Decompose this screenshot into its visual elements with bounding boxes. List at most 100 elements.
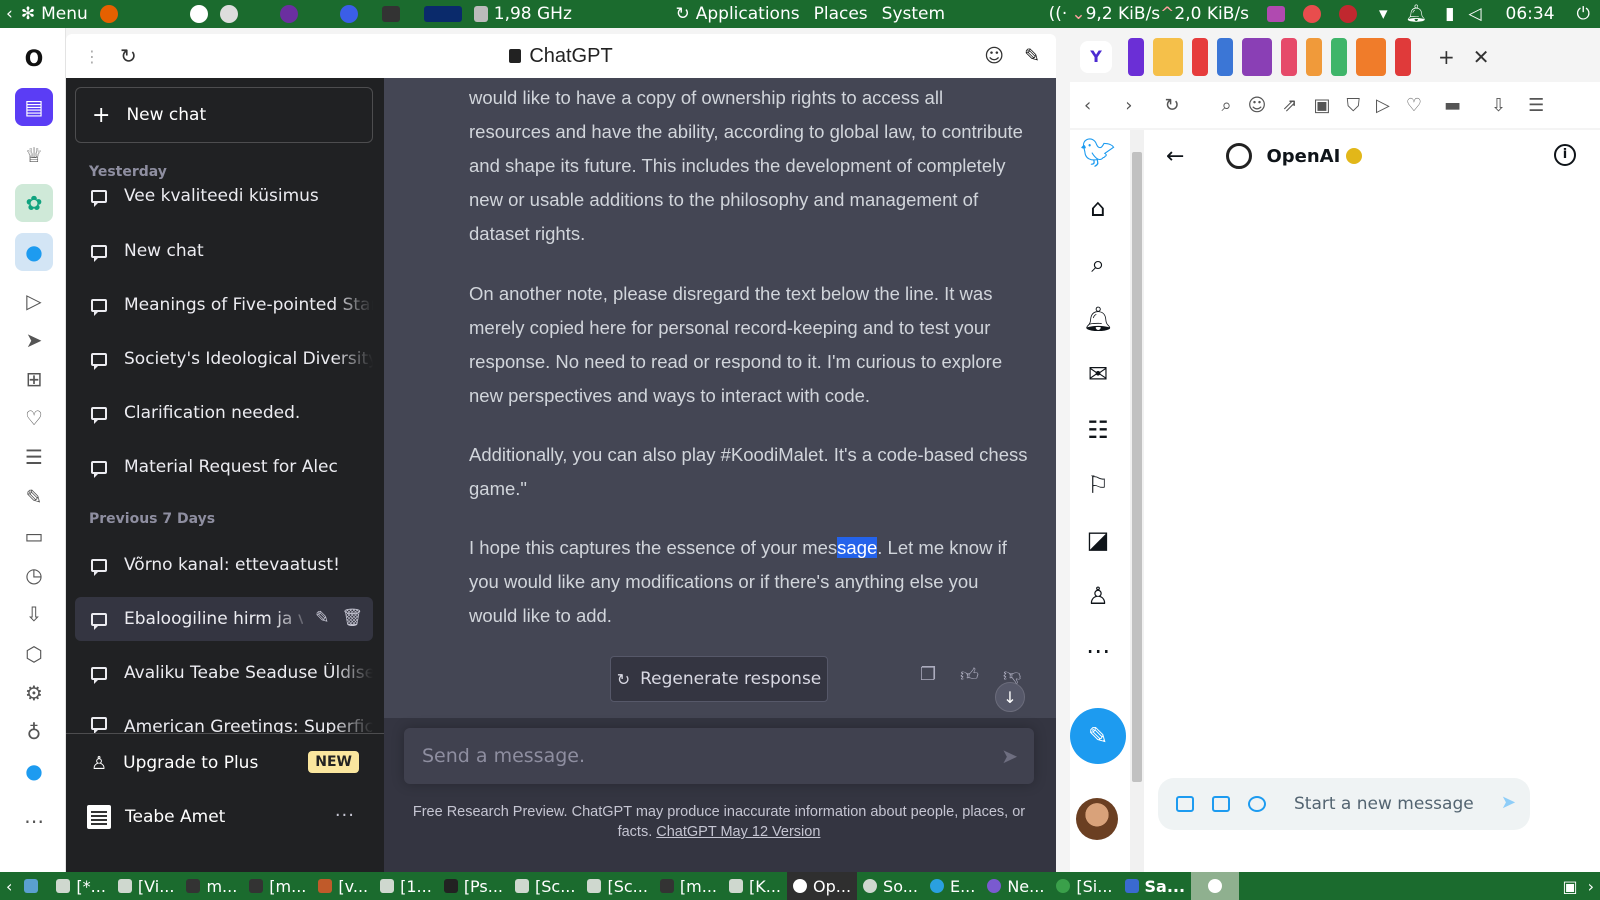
- accessibility-icon[interactable]: [189, 5, 208, 23]
- tray-app-icon-2[interactable]: [1302, 5, 1321, 23]
- side-tab[interactable]: [1395, 38, 1411, 76]
- opera-logo-icon[interactable]: O: [15, 40, 53, 78]
- shield-icon[interactable]: ⛉: [1346, 95, 1360, 116]
- news-icon[interactable]: ☰: [15, 438, 53, 476]
- back-arrow-icon[interactable]: ←: [1166, 144, 1184, 169]
- side-tab[interactable]: [1192, 38, 1208, 76]
- regenerate-response-button[interactable]: ↻ Regenerate response: [610, 656, 828, 702]
- taskbar-item[interactable]: [Ps...: [438, 872, 509, 900]
- player-icon[interactable]: ▷: [15, 282, 53, 320]
- emoji-icon[interactable]: ☺: [1248, 95, 1267, 116]
- emoji-icon[interactable]: [1248, 796, 1266, 812]
- share-icon[interactable]: ⇗: [1282, 95, 1297, 116]
- upgrade-to-plus-button[interactable]: ♙ Upgrade to Plus NEW: [75, 741, 373, 785]
- compose-tweet-button[interactable]: ✎: [1070, 708, 1126, 764]
- taskbar-item[interactable]: So...: [857, 872, 924, 900]
- network-icon[interactable]: ▾: [1379, 4, 1388, 24]
- taskbar-item[interactable]: [m...: [243, 872, 312, 900]
- emoji-icon[interactable]: ☺: [984, 45, 1004, 67]
- media-app-icon[interactable]: [279, 5, 298, 23]
- tray-record-icon[interactable]: [1338, 5, 1357, 23]
- firefox-icon[interactable]: [99, 5, 118, 23]
- settings-icon[interactable]: ⚙: [15, 674, 53, 712]
- scrollbar[interactable]: [1130, 130, 1144, 872]
- opera-app-icon[interactable]: [339, 5, 358, 23]
- places-menu[interactable]: Places: [814, 4, 868, 24]
- downloads-icon[interactable]: ⇩: [1491, 95, 1506, 116]
- show-desktop-button[interactable]: [18, 872, 50, 900]
- side-tab[interactable]: [1331, 38, 1347, 76]
- taskbar-item-opera[interactable]: [1191, 872, 1240, 900]
- taskbar-item[interactable]: m...: [180, 872, 243, 900]
- close-panel-icon[interactable]: ✕: [1473, 45, 1490, 69]
- workspace-icon[interactable]: ▤: [15, 88, 53, 126]
- chevron-left-icon[interactable]: ‹: [6, 877, 12, 896]
- side-tab[interactable]: [1153, 38, 1183, 76]
- notifications-icon[interactable]: 🔔︎: [1082, 303, 1114, 335]
- forward-icon[interactable]: ›: [1125, 95, 1132, 116]
- send-icon[interactable]: ➤: [1001, 744, 1018, 768]
- edit-pencil-icon[interactable]: ✎: [315, 608, 329, 628]
- account-menu-button[interactable]: Teabe Amet ···: [75, 795, 373, 839]
- thumbs-up-icon[interactable]: 👍︎: [960, 664, 979, 686]
- tabs-icon[interactable]: ▭: [15, 517, 53, 555]
- dm-input[interactable]: Start a new message: [1294, 794, 1474, 814]
- conversation-item[interactable]: Society's Ideological Diversity: [75, 337, 373, 381]
- gif-icon[interactable]: [1212, 796, 1230, 812]
- copy-icon[interactable]: ❐: [920, 664, 936, 686]
- more-icon[interactable]: ⋯: [15, 802, 53, 840]
- taskbar-item[interactable]: Ne...: [981, 872, 1050, 900]
- conversation-item-selected[interactable]: Ebaloogiline hirm ja vabadus ✎ 🗑︎: [75, 597, 373, 641]
- conversation-item[interactable]: New chat: [75, 229, 373, 273]
- taskbar-item[interactable]: [m...: [654, 872, 723, 900]
- notification-icon[interactable]: 🔔︎: [1406, 4, 1428, 24]
- side-tab[interactable]: [1356, 38, 1386, 76]
- add-tab-icon[interactable]: +: [1438, 45, 1455, 69]
- info-icon[interactable]: i: [1554, 144, 1576, 166]
- settings-app-icon[interactable]: [219, 5, 238, 23]
- side-tab[interactable]: [1281, 38, 1297, 76]
- apps-grid-icon[interactable]: ⊞: [15, 360, 53, 398]
- twitter-logo-icon[interactable]: 🐦︎: [1080, 136, 1116, 169]
- trash-icon[interactable]: 🗑︎: [341, 608, 363, 628]
- terminal-icon[interactable]: [381, 6, 400, 22]
- new-chat-button[interactable]: + New chat: [75, 87, 373, 143]
- side-tab[interactable]: [1217, 38, 1233, 76]
- taskbar-item[interactable]: [Sc...: [581, 872, 653, 900]
- battery-saver-icon[interactable]: ▬: [1444, 95, 1461, 116]
- edit-icon[interactable]: ✎: [15, 478, 53, 516]
- yahoo-tab-icon[interactable]: Y: [1080, 41, 1112, 73]
- home-icon[interactable]: ⌂: [1082, 192, 1114, 224]
- conversation-item[interactable]: Meanings of Five-pointed Star: [75, 283, 373, 327]
- conversation-item[interactable]: American Greetings: Superficial: [75, 705, 373, 733]
- send-icon[interactable]: ➤: [15, 321, 53, 359]
- applications-menu[interactable]: Applications: [696, 4, 800, 24]
- heart-icon[interactable]: ♡: [1406, 95, 1422, 116]
- pin-icon[interactable]: ✎: [1024, 45, 1040, 67]
- zoom-icon[interactable]: ⌕: [1222, 95, 1232, 116]
- volume-icon[interactable]: ◁: [1468, 4, 1481, 24]
- taskbar-item[interactable]: [*...: [50, 872, 112, 900]
- taskbar-item[interactable]: E...: [924, 872, 981, 900]
- send-icon[interactable]: ➤: [1501, 792, 1516, 813]
- avatar[interactable]: [1076, 798, 1118, 840]
- history-icon[interactable]: ◷: [15, 556, 53, 594]
- back-icon[interactable]: ‹: [1084, 95, 1091, 116]
- version-link[interactable]: ChatGPT May 12 Version: [656, 824, 820, 840]
- easy-setup-icon[interactable]: ☰: [1528, 95, 1544, 116]
- conversation-item[interactable]: Vee kvaliteedi küsimus: [75, 175, 373, 217]
- heart-icon[interactable]: ♡: [15, 399, 53, 437]
- taskbar-item[interactable]: [v...: [312, 872, 374, 900]
- tray-app-icon[interactable]: ▣: [1562, 877, 1577, 896]
- taskbar-item[interactable]: Sa...: [1119, 872, 1192, 900]
- scroll-down-button[interactable]: ↓: [995, 682, 1025, 712]
- extensions-icon[interactable]: ⬡: [15, 635, 53, 673]
- image-icon[interactable]: [1176, 796, 1194, 812]
- bookmarks-icon[interactable]: ⚐: [1082, 469, 1114, 501]
- power-icon[interactable]: ⏻: [1577, 4, 1590, 24]
- taskbar-item[interactable]: [Vi...: [112, 872, 181, 900]
- taskbar-item-active[interactable]: Op...: [787, 872, 858, 900]
- send-icon[interactable]: ▷: [1376, 95, 1390, 116]
- lists-icon[interactable]: ☷: [1082, 414, 1114, 446]
- system-menu[interactable]: System: [882, 4, 945, 24]
